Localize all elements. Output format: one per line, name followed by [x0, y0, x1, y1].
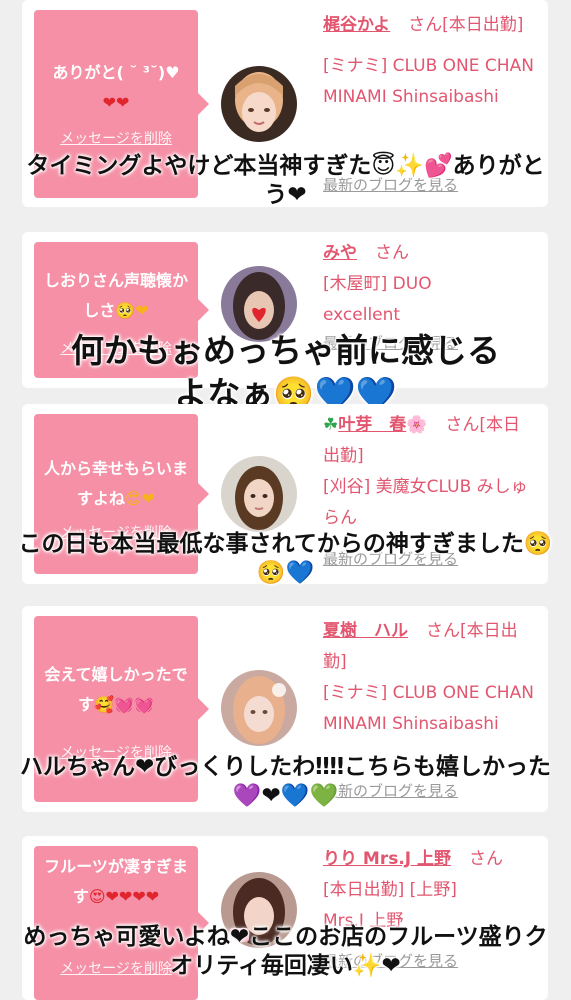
delete-message-link[interactable]: メッセージを削除: [34, 958, 198, 978]
cast-name-link[interactable]: 叶芽 春: [338, 415, 406, 435]
delete-message-link[interactable]: メッセージを削除: [34, 338, 198, 358]
cast-name-link[interactable]: みや: [323, 243, 357, 263]
shop-name: [本日出勤] [上野] Mrs.J 上野: [323, 880, 457, 931]
message-card: フルーツが凄すぎます😍❤❤❤❤ メッセージを削除 りり Mrs.J 上野 さん […: [22, 836, 548, 1000]
message-emoji: 🥺❤: [115, 301, 149, 320]
message-card: 会えて嬉しかったです🥰💓💓 メッセージを削除 夏樹 ハル さん[本日出勤] [ミナ…: [22, 606, 548, 812]
delete-message-link[interactable]: メッセージを削除: [34, 522, 198, 542]
avatar[interactable]: [221, 670, 297, 746]
latest-blog-link[interactable]: 最新のブログを見る: [323, 332, 458, 353]
message-text: ありがと( ˘ ³˘)♥: [52, 63, 180, 82]
avatar[interactable]: [221, 266, 297, 342]
message-bubble: ありがと( ˘ ³˘)♥ ❤❤ メッセージを削除: [34, 10, 209, 198]
latest-blog-link[interactable]: 最新のブログを見る: [323, 174, 458, 195]
latest-blog-link[interactable]: 最新のブログを見る: [323, 780, 458, 801]
message-card: 人から幸せもらいますよね😍❤ メッセージを削除 ☘叶芽 春🌸 さん[本日出勤] […: [22, 404, 548, 584]
avatar[interactable]: [221, 456, 297, 532]
message-bubble: しおりさん声聴懐かしさ🥺❤ メッセージを削除: [34, 242, 209, 378]
clover-icon: ☘: [323, 415, 339, 435]
avatar[interactable]: [221, 872, 297, 948]
cast-name-link[interactable]: りり Mrs.J 上野: [323, 849, 451, 869]
cast-status: さん: [375, 243, 409, 263]
shop-name: [ミナミ] CLUB ONE CHAN MINAMI Shinsaibashi: [323, 56, 534, 107]
delete-message-link[interactable]: メッセージを削除: [34, 742, 198, 762]
message-bubble: 人から幸せもらいますよね😍❤ メッセージを削除: [34, 414, 209, 574]
cast-status: さん[本日出勤]: [408, 15, 524, 35]
message-emoji: 😍❤: [124, 489, 156, 508]
cast-status: さん: [469, 849, 504, 869]
flower-icon: 🌸: [406, 415, 428, 435]
shop-name: [ミナミ] CLUB ONE CHAN MINAMI Shinsaibashi: [323, 683, 534, 734]
message-card: ありがと( ˘ ³˘)♥ ❤❤ メッセージを削除 梶谷かよ さん[本日出勤] [ミ…: [22, 0, 548, 207]
message-emoji: 😍❤❤❤❤: [88, 887, 160, 906]
delete-message-link[interactable]: メッセージを削除: [34, 128, 198, 148]
message-card: しおりさん声聴懐かしさ🥺❤ メッセージを削除 みや さん [木屋町] DUO ex…: [22, 232, 548, 388]
cast-name-link[interactable]: 夏樹 ハル: [323, 621, 408, 641]
cast-name-link[interactable]: 梶谷かよ: [323, 15, 390, 35]
shop-name: [刈谷] 美魔女CLUB みしゅらん: [323, 477, 528, 528]
message-emoji: ❤❤: [102, 93, 130, 112]
shop-name: [木屋町] DUO excellent: [323, 274, 432, 325]
message-bubble: 会えて嬉しかったです🥰💓💓 メッセージを削除: [34, 616, 209, 802]
latest-blog-link[interactable]: 最新のブログを見る: [323, 548, 458, 569]
message-text: 人から幸せもらいますよね: [43, 459, 188, 508]
avatar[interactable]: [221, 66, 297, 142]
message-bubble: フルーツが凄すぎます😍❤❤❤❤ メッセージを削除: [34, 846, 209, 1000]
message-emoji: 🥰💓💓: [94, 695, 154, 714]
latest-blog-link[interactable]: 最新のブログを見る: [323, 950, 458, 971]
